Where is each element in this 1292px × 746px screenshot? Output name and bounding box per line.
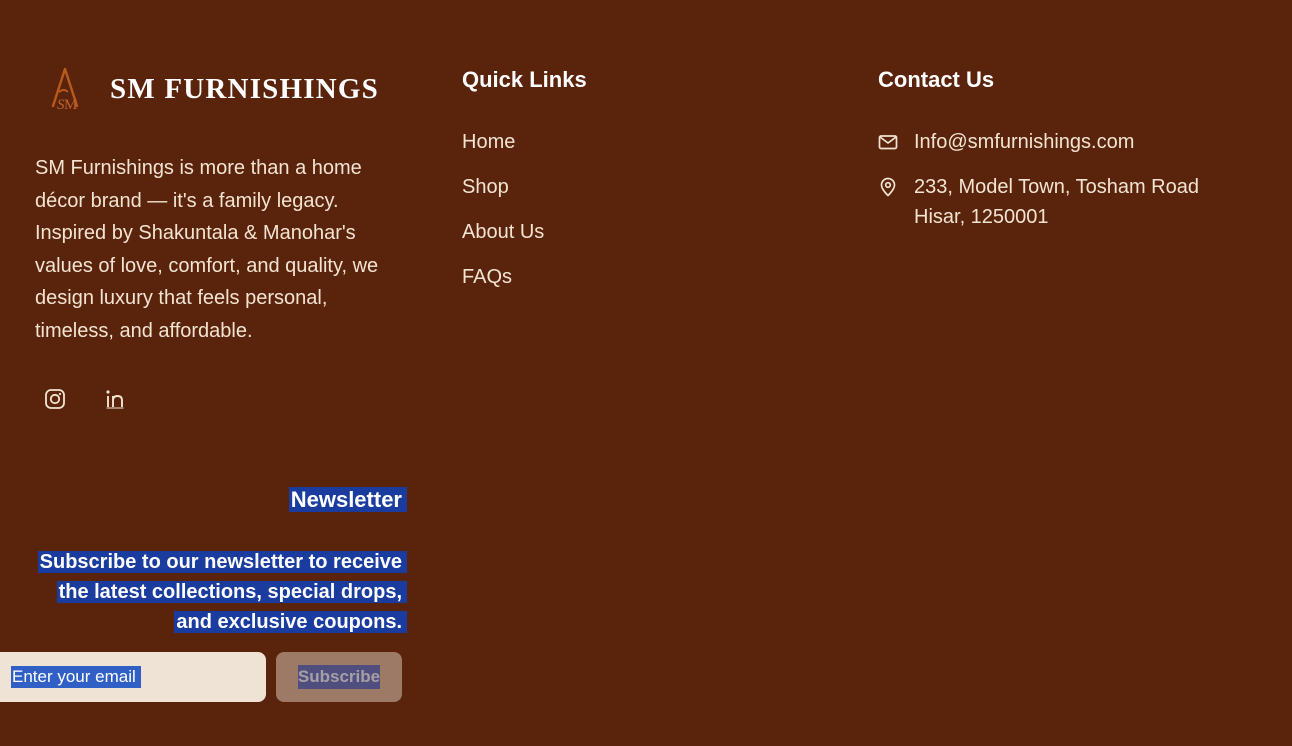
site-footer: S M SM FURNISHINGS SM Furnishings is mor… bbox=[0, 0, 1292, 746]
instagram-icon[interactable] bbox=[44, 388, 66, 410]
contact-email[interactable]: Info@smfurnishings.com bbox=[878, 127, 1134, 157]
quick-links-list: Home Shop About Us FAQs bbox=[462, 128, 544, 308]
contact-address: 233, Model Town, Tosham Road Hisar, 1250… bbox=[878, 172, 1199, 232]
quick-links-title: Quick Links bbox=[462, 67, 587, 92]
newsletter-title-text: Newsletter bbox=[288, 487, 407, 512]
newsletter-description: Subscribe to our newsletter to receive th… bbox=[30, 547, 407, 637]
brand-description: SM Furnishings is more than a home décor… bbox=[35, 157, 379, 342]
subscribe-button-label: Subscribe bbox=[297, 665, 381, 689]
link-about-us[interactable]: About Us bbox=[462, 218, 544, 263]
email-field-placeholder: Enter your email bbox=[11, 666, 141, 688]
mail-icon bbox=[878, 135, 898, 150]
link-faqs[interactable]: FAQs bbox=[462, 263, 544, 308]
newsletter-line: and exclusive coupons. bbox=[174, 611, 407, 633]
address-line-2: Hisar, 1250001 bbox=[914, 206, 1049, 228]
link-home[interactable]: Home bbox=[462, 128, 544, 173]
newsletter-title: Newsletter bbox=[288, 482, 407, 518]
newsletter-line: Subscribe to our newsletter to receive bbox=[37, 551, 407, 573]
map-pin-icon bbox=[880, 177, 896, 197]
social-links bbox=[44, 388, 126, 410]
sm-monogram-logo-icon: S M bbox=[51, 67, 79, 112]
address-line-1: 233, Model Town, Tosham Road bbox=[914, 176, 1199, 198]
contact-email-text: Info@smfurnishings.com bbox=[914, 131, 1135, 153]
brand-name: SM FURNISHINGS bbox=[110, 72, 379, 105]
brand[interactable]: S M SM FURNISHINGS bbox=[48, 66, 379, 112]
newsletter-line: the latest collections, special drops, bbox=[56, 581, 407, 603]
address-block: 233, Model Town, Tosham Road Hisar, 1250… bbox=[914, 172, 1199, 232]
contact-title: Contact Us bbox=[878, 67, 995, 92]
subscribe-button[interactable]: Subscribe bbox=[276, 652, 402, 702]
svg-text:M: M bbox=[64, 97, 77, 112]
link-shop[interactable]: Shop bbox=[462, 173, 544, 218]
linkedin-icon[interactable] bbox=[104, 388, 126, 410]
email-field[interactable]: Enter your email bbox=[0, 652, 266, 702]
